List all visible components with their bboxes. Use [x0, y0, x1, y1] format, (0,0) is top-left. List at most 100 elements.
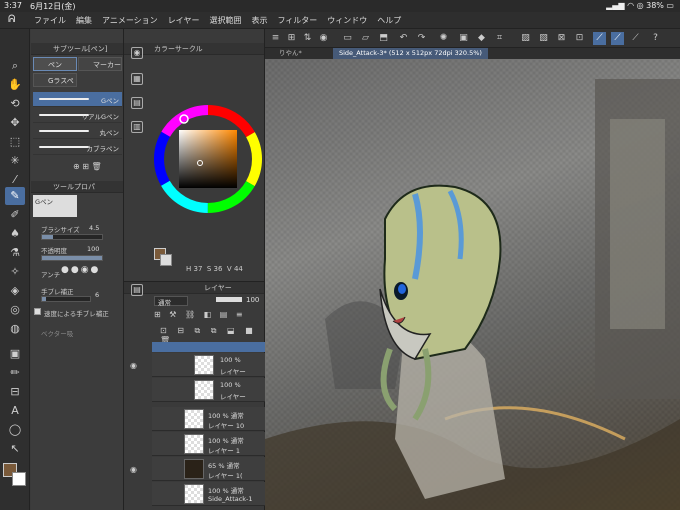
layer-toolbar[interactable]: ⊞ ⚒ ⛓ ◧ ▤ ≡ — [154, 310, 246, 319]
tool-palette: ⌕ ✋ ⟲ ✥ ⬚ ✳ ⁄ ✎ ✐ ♠ ⚗ ✧ ◈ ◎ ◍ ▣ ✏ ⊟ A ◯ … — [0, 29, 30, 510]
blend-mode-select[interactable]: 通常 — [154, 296, 188, 307]
subtool-header: サブツール[ペン] — [31, 43, 123, 55]
brush-maru-pen[interactable]: 丸ペン — [33, 124, 122, 139]
scroll-icon[interactable]: ⇅ — [301, 32, 314, 45]
menu-file[interactable]: ファイル — [34, 15, 66, 26]
doc-tab[interactable]: りやん* — [273, 48, 308, 59]
color-sub-chip[interactable] — [160, 254, 172, 266]
brush-size-value[interactable]: 4.5 — [89, 224, 99, 232]
select-off-icon[interactable]: ▨ — [519, 32, 532, 45]
menu-view[interactable]: 表示 — [251, 15, 267, 26]
menu-edit[interactable]: 編集 — [76, 15, 92, 26]
new-icon[interactable]: ▱ — [359, 32, 372, 45]
menu-filter[interactable]: フィルター — [277, 15, 317, 26]
magic-wand-icon[interactable]: ✳ — [5, 152, 25, 170]
ruler-icon[interactable]: ⊟ — [5, 383, 25, 401]
menu-animation[interactable]: アニメーション — [102, 15, 158, 26]
text-icon[interactable]: A — [5, 402, 25, 420]
layer-tab-icon[interactable]: ▤ — [131, 284, 143, 296]
blend-icon[interactable]: ◎ — [5, 301, 25, 319]
hand-icon[interactable]: ✋ — [5, 76, 25, 94]
layer-opacity-slider[interactable] — [216, 297, 242, 302]
eye-icon[interactable]: ◉ — [130, 361, 137, 370]
color-set-icon[interactable]: ▦ — [131, 73, 143, 85]
pencil-icon[interactable]: ✐ — [5, 206, 25, 224]
layer-row[interactable]: ◉ 65 % 通常 レイヤー 1( — [130, 457, 265, 481]
menu-help[interactable]: ヘルプ — [377, 15, 401, 26]
select-invert-icon[interactable]: ▧ — [537, 32, 550, 45]
antialias-options[interactable]: ●●◉● — [61, 265, 100, 275]
clear-icon[interactable]: ▣ — [457, 32, 470, 45]
undo-icon[interactable]: ↶ — [397, 32, 410, 45]
airbrush-icon[interactable]: ⚗ — [5, 244, 25, 262]
object-select-icon[interactable]: ↖ — [5, 440, 25, 458]
snap-special-icon[interactable]: ⟋ — [629, 32, 642, 45]
select-icon[interactable]: ⬚ — [5, 133, 25, 151]
fill-cmd-icon[interactable]: ◆ — [475, 32, 488, 45]
transform-icon[interactable]: ⌗ — [493, 32, 506, 45]
gradient-icon[interactable]: ▣ — [5, 345, 25, 363]
eye-icon[interactable]: ◉ — [130, 465, 137, 474]
app-logo-icon[interactable]: ᕱ — [8, 14, 15, 25]
color-circle-icon[interactable]: ◉ — [131, 47, 143, 59]
sat-value: 36 — [213, 265, 223, 273]
snap-grid-icon[interactable]: ⟋ — [611, 32, 624, 45]
menu-layer[interactable]: レイヤー — [168, 15, 200, 26]
snap-ruler-icon[interactable]: ⟋ — [593, 32, 606, 45]
balloon-icon[interactable]: ◯ — [5, 421, 25, 439]
save-icon[interactable]: ⬒ — [377, 32, 390, 45]
selected-layer-strip[interactable] — [152, 342, 265, 352]
tab-pen[interactable]: ペン — [33, 57, 77, 71]
select-more-icon[interactable]: ⊡ — [573, 32, 586, 45]
menu-selection[interactable]: 選択範囲 — [209, 15, 241, 26]
layer-opacity-value[interactable]: 100 — [246, 296, 259, 304]
layer-row[interactable]: 100 % 通常 レイヤー 1 — [152, 432, 265, 456]
help-icon[interactable]: ? — [649, 32, 662, 45]
brush-label: カブラペン — [86, 145, 120, 153]
figure-icon[interactable]: ✏ — [5, 364, 25, 382]
move-icon[interactable]: ✥ — [5, 114, 25, 132]
brush-size-slider[interactable] — [41, 234, 103, 240]
decoration-icon[interactable]: ✧ — [5, 263, 25, 281]
brush-g-pen[interactable]: Gペン — [33, 92, 122, 107]
artwork-canvas[interactable] — [265, 59, 680, 510]
menu-window[interactable]: ウィンドウ — [327, 15, 367, 26]
tab-marker[interactable]: マーカー — [78, 57, 122, 71]
layer-row[interactable]: 100 % 通常 Side_Attack-1 — [152, 482, 265, 506]
eye-view-icon[interactable]: ◉ — [317, 32, 330, 45]
preset-preview[interactable]: Gペン — [33, 195, 77, 217]
opacity-value[interactable]: 100 — [87, 245, 99, 253]
subtool-actions[interactable]: ⊕ ⊞ 🗑 — [73, 162, 102, 171]
tab-glass-pen[interactable]: Gラスペ — [33, 73, 77, 87]
folder-icon[interactable]: ▭ — [341, 32, 354, 45]
zoom-icon[interactable]: ⌕ — [5, 57, 25, 75]
redo-icon[interactable]: ↷ — [415, 32, 428, 45]
loading-icon[interactable]: ✺ — [437, 32, 450, 45]
layer-row[interactable]: 100 % 通常 レイヤー 10 — [152, 407, 265, 431]
rotate-icon[interactable]: ⟲ — [5, 95, 25, 113]
brush-real-g-pen[interactable]: リアルGペン — [33, 108, 122, 123]
stabilization-value[interactable]: 6 — [95, 291, 99, 299]
intermediate-color-icon[interactable]: ▤ — [131, 97, 143, 109]
eraser-icon[interactable]: ◈ — [5, 282, 25, 300]
opacity-slider[interactable] — [41, 255, 103, 261]
menu-icon[interactable]: ≡ — [269, 32, 282, 45]
stabilization-slider[interactable] — [41, 296, 91, 302]
layer-opacity-text: 100 % 通常 — [208, 412, 244, 420]
doc-tab-active[interactable]: Side_Attack-3* (512 x 512px 72dpi 320.5%… — [333, 48, 488, 59]
speed-stabilization-checkbox[interactable] — [34, 308, 41, 315]
layer-row[interactable]: 100 % レイヤー — [152, 378, 265, 402]
crop-icon[interactable]: ⊠ — [555, 32, 568, 45]
color-wheel[interactable] — [152, 103, 264, 215]
fill-icon[interactable]: ◍ — [5, 320, 25, 338]
grid-icon[interactable]: ⊞ — [285, 32, 298, 45]
approx-color-icon[interactable]: ▥ — [131, 121, 143, 133]
brush-size-label: ブラシサイズ — [41, 226, 80, 234]
brush-kabura-pen[interactable]: カブラペン — [33, 140, 122, 155]
battery-indicator: ▂▄▆ ◠ ◎ 38% ▭ — [606, 1, 674, 10]
brush-icon[interactable]: ♠ — [5, 225, 25, 243]
sub-color-swatch[interactable] — [12, 472, 26, 486]
antialias-label: アンチ — [41, 271, 61, 279]
pen-tool-icon[interactable]: ✎ — [5, 187, 25, 205]
layer-row[interactable]: ◉ 100 % レイヤー — [130, 353, 265, 377]
